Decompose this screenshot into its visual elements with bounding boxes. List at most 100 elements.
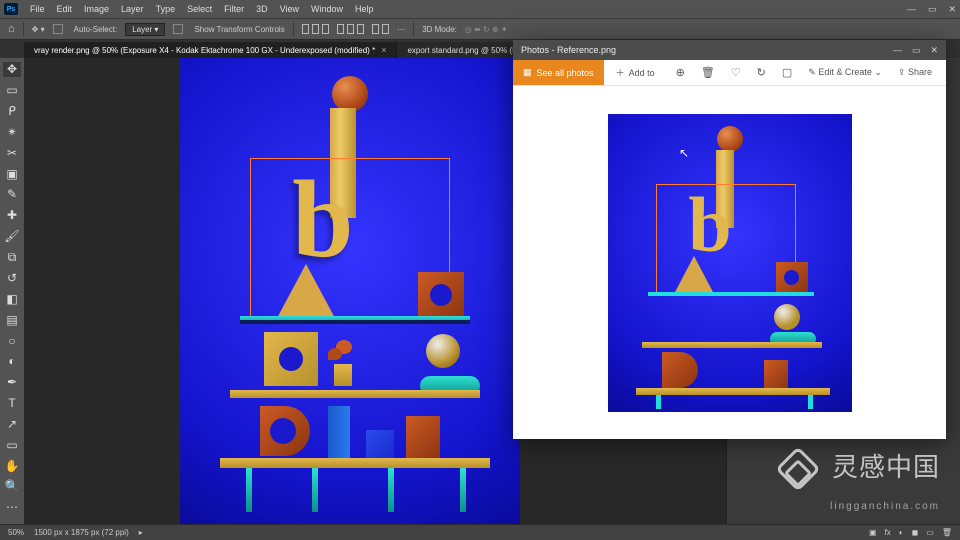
tool-lasso[interactable]: ᑭ [3,104,21,119]
canvas-artwork: b [180,58,520,530]
tool-edit-toolbar[interactable]: ⋯ [3,500,21,515]
artwork-sphere [332,76,368,112]
status-icon[interactable]: fx [885,528,891,537]
watermark-url: lingganchina.com [830,501,940,512]
tool-eyedropper[interactable]: ✎ [3,187,21,202]
artwork-table-leg [312,468,318,512]
artwork-cube-orange-2 [406,416,440,460]
collapsed-panels-gutter[interactable] [946,58,960,540]
status-icon[interactable]: ◼ [912,528,919,537]
menu-window[interactable]: Window [311,4,343,14]
status-trash-icon[interactable]: 🗑 [942,528,952,537]
menu-view[interactable]: View [280,4,299,14]
menu-help[interactable]: Help [355,4,374,14]
tool-shape[interactable]: ▭ [3,437,21,452]
tool-history-brush[interactable]: ↺ [3,271,21,286]
tool-gradient[interactable]: ▤ [3,312,21,327]
document-canvas[interactable]: b [180,58,520,530]
watermark-logo-icon [775,446,820,491]
menu-bar: Ps File Edit Image Layer Type Select Fil… [0,0,960,18]
tool-clone[interactable]: ⧉ [3,250,21,265]
artwork-cube-orange [418,272,464,318]
delete-icon[interactable]: 🗑 [701,66,715,79]
photos-grid-icon: ▦ [523,67,532,78]
tool-hand[interactable]: ✋ [3,458,21,473]
artwork-shelf-shadow [240,320,470,324]
tool-path-select[interactable]: ↗ [3,417,21,432]
show-transform-checkbox[interactable] [173,24,183,34]
menu-filter[interactable]: Filter [224,4,244,14]
menu-3d[interactable]: 3D [256,4,268,14]
photos-app-window[interactable]: Photos - Reference.png — ▭ ✕ ▦ See all p… [513,40,946,439]
tool-pen[interactable]: ✒ [3,375,21,390]
auto-select-checkbox[interactable] [53,24,63,34]
status-icon[interactable]: ▭ [926,528,934,537]
artwork-shelf-wood [230,390,480,398]
tools-panel: ✥ ▭ ᑭ ✴ ✂ ▣ ✎ ✚ 🖌 ⧉ ↺ ◧ ▤ ○ ◐ ✒ T ↗ ▭ ✋ 🔍 ⋯ [0,58,24,540]
tool-brush[interactable]: 🖌 [3,229,21,244]
artwork-sphere-2 [426,334,460,368]
status-right-icons: ▣ fx ◐ ◼ ▭ 🗑 [869,528,952,537]
tool-move[interactable]: ✥ [3,62,21,77]
tool-crop[interactable]: ✂ [3,145,21,160]
add-to-label: Add to [629,68,655,78]
photos-toolbar: ▦ See all photos ＋ Add to ⊕ 🗑 ♡ ↻ ▢ ✎ Ed… [513,60,946,86]
tool-frame[interactable]: ▣ [3,166,21,181]
artwork-table-leg [246,468,252,512]
artwork-box-yellow [264,332,318,386]
tool-healing[interactable]: ✚ [3,208,21,223]
see-all-photos-button[interactable]: ▦ See all photos [513,60,604,85]
maximize-icon[interactable]: ▭ [928,4,937,15]
share-button[interactable]: ⇪ Share [898,67,932,78]
photos-maximize-icon[interactable]: ▭ [912,45,921,56]
menu-layer[interactable]: Layer [121,4,144,14]
auto-select-target[interactable]: Layer ▾ [125,23,165,36]
photos-titlebar[interactable]: Photos - Reference.png — ▭ ✕ [513,40,946,60]
status-icon[interactable]: ▣ [869,528,877,537]
minimize-icon[interactable]: — [907,4,916,15]
tab-close-icon[interactable]: × [381,45,386,55]
move-tool-icon[interactable]: ✥ ▾ [32,25,45,34]
photos-minimize-icon[interactable]: — [893,45,902,56]
add-to-button[interactable]: ＋ Add to [604,66,667,79]
artwork-table-leg [460,468,466,512]
watermark-text: 灵感中国 [832,452,940,482]
crop-icon[interactable]: ▢ [782,66,792,79]
menu-file[interactable]: File [30,4,45,14]
tool-quick-select[interactable]: ✴ [3,125,21,140]
menu-edit[interactable]: Edit [57,4,73,14]
photos-close-icon[interactable]: ✕ [930,45,938,56]
home-icon[interactable]: ⌂ [8,23,15,35]
options-bar: ⌂ ✥ ▾ Auto-Select: Layer ▾ Show Transfor… [0,18,960,40]
show-transform-label: Show Transform Controls [194,25,284,34]
tool-eraser[interactable]: ◧ [3,291,21,306]
tool-dodge[interactable]: ◐ [3,354,21,369]
artwork-table-leg [388,468,394,512]
menu-select[interactable]: Select [187,4,212,14]
tool-type[interactable]: T [3,396,21,411]
status-icon[interactable]: ◐ [899,528,904,537]
tool-zoom[interactable]: 🔍 [3,479,21,494]
more-options-icon[interactable]: ⋯ [397,25,405,34]
rotate-icon[interactable]: ↻ [757,66,766,79]
align-controls[interactable] [302,24,389,34]
tool-marquee[interactable]: ▭ [3,83,21,98]
menu-type[interactable]: Type [156,4,176,14]
tool-blur[interactable]: ○ [3,333,21,348]
photos-window-title: Photos - Reference.png [521,45,616,55]
zoom-icon[interactable]: ⊕ [676,66,685,79]
edit-create-button[interactable]: ✎ Edit & Create ⌄ [808,67,882,78]
menu-image[interactable]: Image [84,4,109,14]
3d-mode-icons[interactable]: ◎ ⬌ ↻ ⊕ ✦ [465,25,508,34]
favorite-icon[interactable]: ♡ [731,66,741,79]
artwork-plant [330,336,356,386]
doc-info-chevron-icon[interactable]: ▸ [139,528,143,537]
zoom-level[interactable]: 50% [8,528,24,537]
artwork-cylinder-blue [328,406,350,460]
photoshop-logo-icon: Ps [4,3,18,15]
doc-dimensions[interactable]: 1500 px x 1875 px (72 ppi) [34,528,129,537]
tab-document-1[interactable]: vray render.png @ 50% (Exposure X4 - Kod… [24,42,397,58]
3d-mode-label: 3D Mode: [422,25,457,34]
photos-viewer[interactable]: ↖ b [513,86,946,439]
close-icon[interactable]: ✕ [948,4,956,15]
